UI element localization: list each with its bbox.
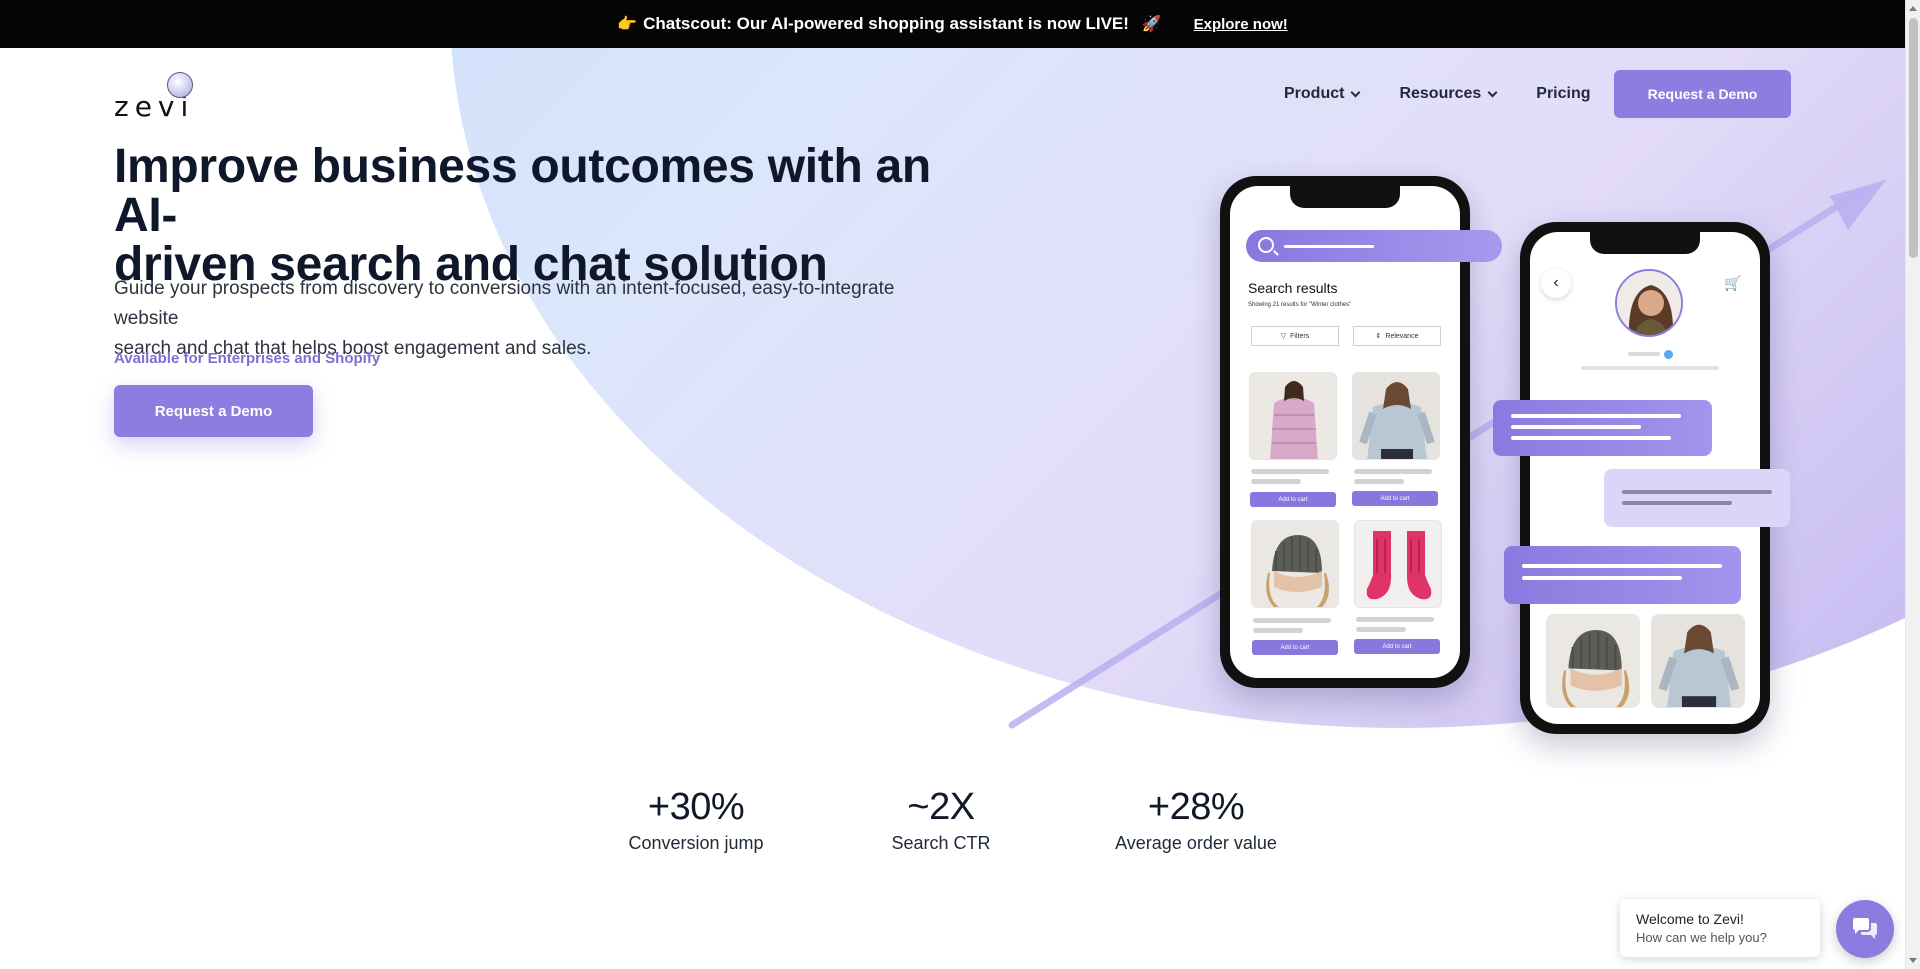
scroll-up-arrow-icon[interactable]: [1909, 6, 1917, 11]
hero-desc-line-1: Guide your prospects from discovery to c…: [114, 278, 895, 329]
hero-title-line-1: Improve business outcomes with an AI-: [114, 140, 931, 242]
stat-label: Conversion jump: [628, 833, 764, 853]
stat-label: Average order value: [1115, 833, 1277, 853]
explore-now-link[interactable]: Explore now!: [1194, 16, 1288, 33]
page-scrollbar[interactable]: [1905, 0, 1920, 969]
hero-request-demo-button[interactable]: Request a Demo: [114, 385, 313, 437]
logo-orb-icon: [167, 72, 193, 98]
scroll-down-arrow-icon[interactable]: [1909, 958, 1917, 963]
chevron-down-icon: [1351, 87, 1361, 97]
nav-resources[interactable]: Resources: [1399, 85, 1498, 103]
announcement-bar: 👉 Chatscout: Our AI-powered shopping assi…: [0, 0, 1905, 48]
rocket-icon: 🚀: [1141, 16, 1162, 33]
nav-request-demo-button[interactable]: Request a Demo: [1614, 70, 1791, 118]
stat-conversion: +30% Conversion jump: [610, 786, 782, 854]
stat-value: ~2X: [907, 786, 975, 828]
stat-average-order-value: +28% Average order value: [1106, 786, 1286, 854]
pointing-hand-icon: 👉: [617, 16, 638, 33]
scrollbar-thumb[interactable]: [1909, 18, 1918, 258]
announcement-message: 👉 Chatscout: Our AI-powered shopping assi…: [617, 14, 1167, 34]
nav-pricing[interactable]: Pricing: [1536, 85, 1590, 103]
stat-label: Search CTR: [891, 833, 991, 853]
nav-pricing-label: Pricing: [1536, 85, 1591, 102]
stat-search-ctr: ~2X Search CTR: [870, 786, 1012, 854]
availability-note: Available for Enterprises and Shopify: [114, 350, 381, 367]
stat-value: +30%: [647, 786, 745, 828]
hero-title: Improve business outcomes with an AI- dr…: [114, 142, 994, 289]
nav-resources-label: Resources: [1399, 85, 1482, 102]
zevi-logo[interactable]: zevi: [114, 72, 204, 123]
nav-product-label: Product: [1284, 85, 1345, 102]
nav-product[interactable]: Product: [1284, 85, 1361, 103]
chat-greeting: Welcome to Zevi!: [1636, 911, 1744, 927]
chat-launcher-button[interactable]: [1836, 900, 1894, 958]
stat-value: +28%: [1147, 786, 1245, 828]
chevron-down-icon: [1487, 87, 1498, 97]
announcement-text: Chatscout: Our AI-powered shopping assis…: [643, 14, 1129, 33]
chat-welcome-popup[interactable]: Welcome to Zevi! How can we help you?: [1620, 899, 1820, 957]
main-nav: Product Resources Pricing: [1270, 70, 1591, 118]
chat-bubbles-icon: [1853, 918, 1877, 939]
chat-prompt: How can we help you?: [1636, 930, 1767, 945]
